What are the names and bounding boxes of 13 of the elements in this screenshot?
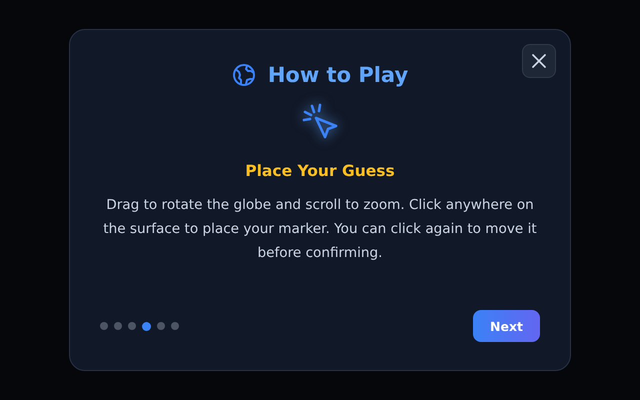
dialog-title: How to Play <box>268 63 408 87</box>
step-dot[interactable] <box>157 322 165 330</box>
step-dot[interactable] <box>114 322 122 330</box>
globe-icon <box>232 63 256 87</box>
step-dot[interactable] <box>171 322 179 330</box>
step-dot[interactable] <box>128 322 136 330</box>
step-description: Drag to rotate the globe and scroll to zoom. Click anywhere on the surface to place your marker. You can click again to move it before confirming. <box>102 196 538 263</box>
step-dot[interactable] <box>100 322 108 330</box>
step-dot[interactable] <box>142 322 151 330</box>
close-button[interactable] <box>522 44 556 78</box>
close-icon <box>531 53 547 69</box>
step-title: Place Your Guess <box>245 162 395 180</box>
next-button[interactable]: Next <box>473 310 540 342</box>
